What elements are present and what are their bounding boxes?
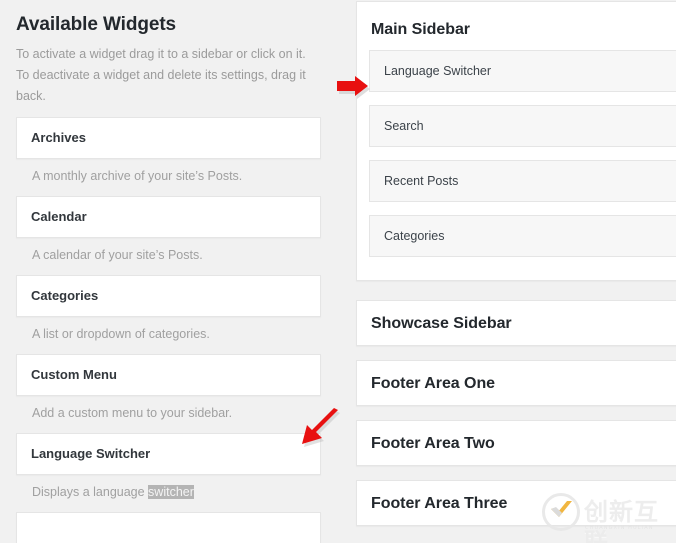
widget-title: Categories: [31, 288, 99, 303]
sidebar-widget-label: Categories: [384, 229, 445, 243]
widget-draggable-archives[interactable]: Archives: [16, 117, 321, 159]
widget-description: Displays a language switcher: [16, 475, 321, 512]
available-widget-calendar: Calendar A calendar of your site’s Posts…: [0, 196, 335, 275]
widget-title: Archives: [31, 130, 86, 145]
widgets-admin-screen: Available Widgets To activate a widget d…: [0, 0, 676, 543]
sidebar-panel-main-sidebar: Main Sidebar Language Switcher Search Re…: [356, 1, 676, 281]
sidebars-column: Main Sidebar Language Switcher Search Re…: [335, 0, 676, 543]
widget-title: Custom Menu: [31, 367, 117, 382]
sidebar-widget-language-switcher[interactable]: Language Switcher: [369, 50, 676, 92]
available-widget-language-switcher: Language Switcher Displays a language sw…: [0, 433, 335, 512]
widget-draggable-partial[interactable]: [16, 512, 321, 543]
available-widgets-panel: Available Widgets To activate a widget d…: [0, 0, 335, 543]
sidebar-widget-recent-posts[interactable]: Recent Posts: [369, 160, 676, 202]
available-widgets-list: Archives A monthly archive of your site’…: [0, 107, 335, 543]
sidebar-widget-label: Language Switcher: [384, 64, 492, 78]
widget-description-text: Displays a language: [32, 485, 149, 499]
widget-draggable-categories[interactable]: Categories: [16, 275, 321, 317]
sidebar-title: Main Sidebar: [371, 21, 470, 38]
sidebar-title: Footer Area Three: [371, 495, 508, 512]
widget-title: Calendar: [31, 209, 87, 224]
sidebar-widget-categories[interactable]: Categories: [369, 215, 676, 257]
widget-draggable-calendar[interactable]: Calendar: [16, 196, 321, 238]
sidebar-widget-label: Search: [384, 119, 424, 133]
sidebar-widget-search[interactable]: Search: [369, 105, 676, 147]
sidebar-title: Footer Area Two: [371, 435, 495, 452]
widget-draggable-language-switcher[interactable]: Language Switcher: [16, 433, 321, 475]
sidebar-title: Footer Area One: [371, 375, 496, 392]
available-widget-custom-menu: Custom Menu Add a custom menu to your si…: [0, 354, 335, 433]
available-widgets-title: Available Widgets: [16, 14, 177, 35]
widget-description: A list or dropdown of categories.: [32, 327, 210, 341]
sidebar-widget-list: Language Switcher Search Recent Posts Ca…: [357, 42, 676, 280]
sidebar-widget-label: Recent Posts: [384, 174, 459, 188]
sidebar-panel-footer-area-three[interactable]: Footer Area Three: [356, 480, 676, 526]
widget-draggable-custom-menu[interactable]: Custom Menu: [16, 354, 321, 396]
widget-title: Language Switcher: [31, 446, 151, 461]
widget-description: A monthly archive of your site’s Posts.: [32, 169, 243, 183]
sidebar-panel-footer-area-two[interactable]: Footer Area Two: [356, 420, 676, 466]
available-widgets-intro: To activate a widget drag it to a sideba…: [16, 47, 306, 103]
sidebar-title: Showcase Sidebar: [371, 315, 512, 332]
sidebar-panel-showcase-sidebar[interactable]: Showcase Sidebar: [356, 300, 676, 346]
widget-description: A calendar of your site’s Posts.: [32, 248, 203, 262]
sidebar-panel-footer-area-one[interactable]: Footer Area One: [356, 360, 676, 406]
selected-text-highlight: switcher: [148, 485, 194, 499]
available-widget-categories: Categories A list or dropdown of categor…: [0, 275, 335, 354]
available-widget-partial-next: [0, 512, 335, 543]
widget-description: Add a custom menu to your sidebar.: [32, 406, 233, 420]
available-widget-archives: Archives A monthly archive of your site’…: [0, 117, 335, 196]
